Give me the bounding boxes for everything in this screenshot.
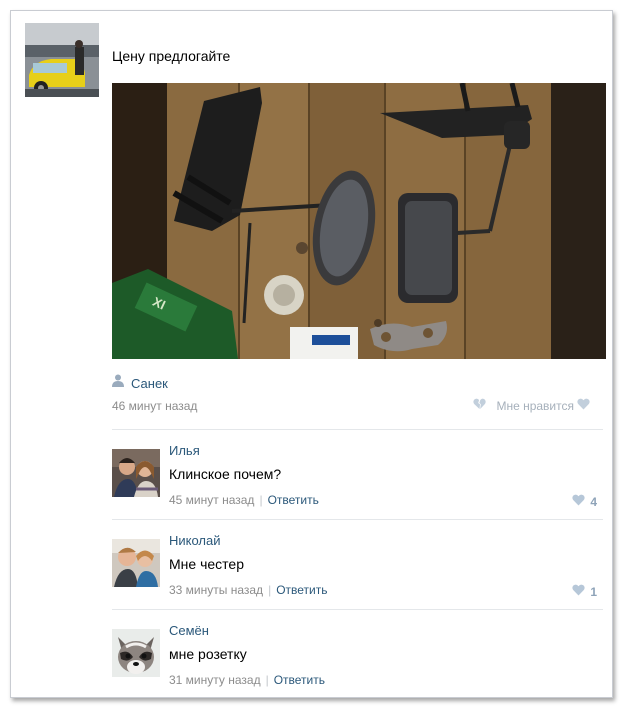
divider: [112, 519, 603, 520]
post-card: Цену предлогайте XI Санек 46 минут назад…: [10, 10, 613, 698]
comment-text: Мне честер: [169, 556, 244, 572]
comment-like-button[interactable]: 4: [572, 494, 597, 509]
meta-separator: |: [268, 583, 272, 597]
reply-button[interactable]: Ответить: [276, 583, 327, 597]
comment-author[interactable]: Семён: [169, 623, 209, 638]
reply-button[interactable]: Ответить: [268, 493, 319, 507]
comment-like-button[interactable]: 1: [572, 584, 597, 599]
reply-button[interactable]: Ответить: [274, 673, 325, 687]
comment-meta: 31 минуту назад | Ответить: [169, 673, 325, 687]
like-label: Мне нравится: [496, 398, 574, 413]
comment-time[interactable]: 31 минуту назад: [169, 673, 261, 687]
comment-item: Семён мне розетку 31 минуту назад | Ответи…: [112, 621, 603, 701]
post-author-name[interactable]: Санек: [131, 376, 168, 391]
post-author: Санек: [112, 373, 168, 393]
meta-separator: |: [259, 493, 263, 507]
post-photo[interactable]: XI: [112, 83, 606, 359]
user-icon: [112, 374, 124, 392]
comment-author[interactable]: Илья: [169, 443, 200, 458]
comment-meta: 33 минуты назад | Ответить: [169, 583, 327, 597]
comment-item: Николай Мне честер 33 минуты назад | Ответ…: [112, 531, 603, 611]
post-time[interactable]: 46 минут назад: [112, 399, 197, 413]
post-author-avatar[interactable]: [25, 23, 99, 97]
like-count: 1: [590, 584, 597, 599]
heart-icon: [577, 398, 590, 413]
comment-author[interactable]: Николай: [169, 533, 221, 548]
heart-icon: [572, 494, 585, 509]
divider: [112, 429, 603, 430]
comment-avatar[interactable]: [112, 629, 160, 677]
comment-time[interactable]: 45 минут назад: [169, 493, 254, 507]
comment-avatar[interactable]: [112, 539, 160, 587]
meta-separator: |: [265, 673, 269, 687]
post-actions: Мне нравится: [473, 398, 590, 413]
post-text: Цену предлогайте: [112, 48, 231, 64]
like-count: 4: [590, 494, 597, 509]
like-button[interactable]: Мне нравится: [496, 398, 590, 413]
heart-icon: [572, 584, 585, 599]
broken-heart-icon[interactable]: [473, 398, 487, 413]
divider: [112, 609, 603, 610]
comment-meta: 45 минут назад | Ответить: [169, 493, 319, 507]
comment-text: Клинское почем?: [169, 466, 282, 482]
comment-text: мне розетку: [169, 646, 247, 662]
comment-time[interactable]: 33 минуты назад: [169, 583, 263, 597]
comment-avatar[interactable]: [112, 449, 160, 497]
comment-item: Илья Клинское почем? 45 минут назад | Отве…: [112, 441, 603, 521]
